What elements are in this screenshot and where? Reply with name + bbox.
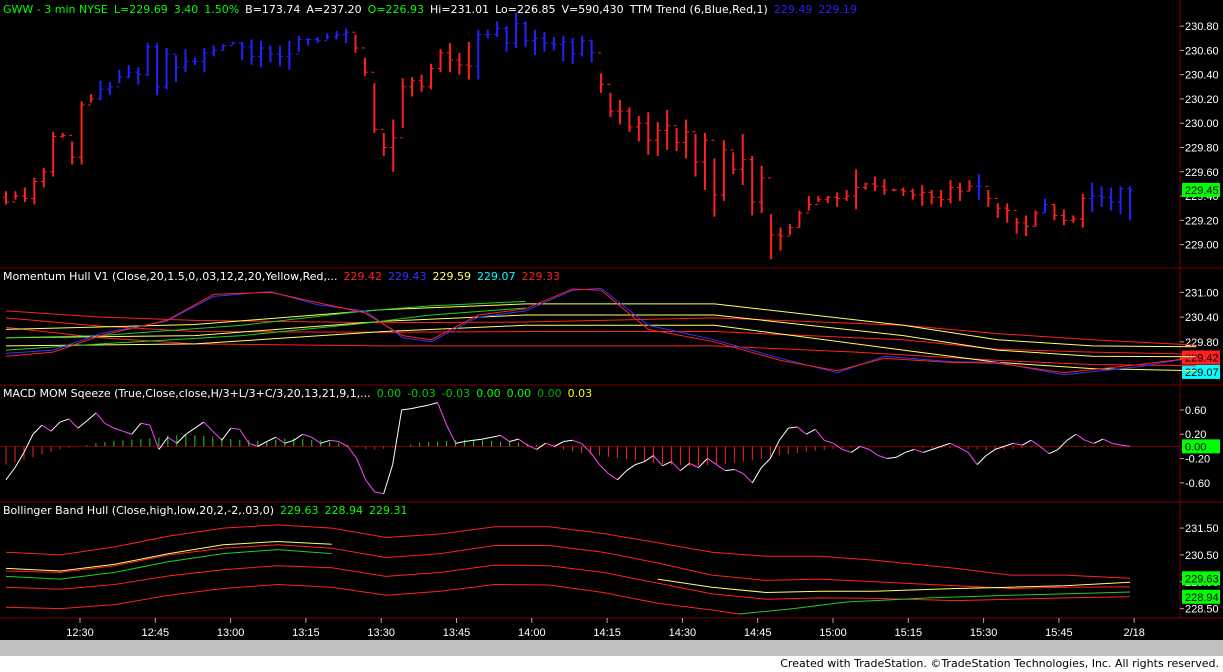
bollinger-header-item: Bollinger Band Hull (Close,high,low,20,2…: [3, 504, 275, 517]
y-tick-label: -0.60: [1185, 478, 1210, 490]
price-header-item: 3.40: [173, 3, 199, 16]
last-value-label: 229.63: [1185, 573, 1219, 585]
y-tick-label: 229.60: [1185, 167, 1219, 179]
y-tick-label: 229.00: [1185, 240, 1219, 252]
y-tick-label: 230.20: [1185, 94, 1219, 106]
chart-canvas: 229.00229.20229.40229.60229.80230.00230.…: [0, 0, 1223, 640]
momentum-panel-header: Momentum Hull V1 (Close,20,1.5,0,.03,12,…: [3, 270, 566, 283]
price-header-item: V=590,430: [561, 3, 624, 16]
bollinger-panel-header: Bollinger Band Hull (Close,high,low,20,2…: [3, 504, 414, 517]
y-tick-label: 0.60: [1185, 405, 1206, 417]
footer-bar: Created with TradeStation. ©TradeStation…: [0, 656, 1223, 672]
x-tick-label: 14:45: [744, 627, 772, 639]
x-tick-label: 15:00: [819, 627, 847, 639]
x-tick-label: 14:30: [669, 627, 697, 639]
price-header-item: L=229.69: [113, 3, 168, 16]
bollinger-header-item: 228.94: [324, 504, 364, 517]
scroll-strip[interactable]: [0, 640, 1223, 656]
macd-panel-header: MACD MOM Sqeeze (True,Close,close,H/3+L/…: [3, 387, 598, 400]
macd-header-item: -0.03: [441, 387, 471, 400]
price-header-item: Lo=226.85: [495, 3, 556, 16]
bollinger-header-item: 229.63: [280, 504, 319, 517]
momentum-header-item: 229.33: [521, 270, 561, 283]
y-tick-label: 230.40: [1185, 70, 1219, 82]
y-tick-label: 230.50: [1185, 550, 1219, 562]
y-tick-label: 230.60: [1185, 45, 1219, 57]
momentum-header-item: 229.07: [477, 270, 516, 283]
x-tick-label: 13:45: [443, 627, 471, 639]
x-tick-label: 15:30: [970, 627, 998, 639]
bollinger-header-item: 229.31: [369, 504, 408, 517]
y-tick-label: -0.20: [1185, 454, 1210, 466]
y-tick-label: 231.50: [1185, 523, 1219, 535]
price-header-item: Hi=231.01: [430, 3, 490, 16]
price-header-item: TTM Trend (6,Blue,Red,1): [629, 3, 768, 16]
price-header-item: 1.50%: [204, 3, 240, 16]
y-tick-label: 231.00: [1185, 287, 1219, 299]
footer-credit: Created with TradeStation. ©TradeStation…: [780, 657, 1219, 670]
y-tick-label: 230.40: [1185, 312, 1219, 324]
y-tick-label: 230.00: [1185, 118, 1219, 130]
macd-header-item: 0.00: [537, 387, 562, 400]
momentum-header-item: 229.43: [388, 270, 427, 283]
macd-header-item: 0.00: [376, 387, 402, 400]
price-header-item: 229.19: [818, 3, 857, 16]
price-panel-header: GWW - 3 min NYSE L=229.69 3.40 1.50% B=173.7…: [3, 3, 863, 16]
x-tick-label: 14:15: [593, 627, 621, 639]
x-tick-label: 13:00: [217, 627, 245, 639]
x-tick-label: 12:30: [66, 627, 94, 639]
macd-header-item: 0.03: [567, 387, 593, 400]
x-tick-label: 2/18: [1123, 627, 1144, 639]
x-tick-label: 15:45: [1045, 627, 1073, 639]
momentum-header-item: 229.59: [432, 270, 472, 283]
price-header-item: GWW - 3 min NYSE: [3, 3, 108, 16]
price-header-item: A=237.20: [306, 3, 362, 16]
last-value-label: 0.00: [1185, 441, 1206, 453]
y-tick-label: 229.20: [1185, 215, 1219, 227]
x-tick-label: 15:15: [895, 627, 923, 639]
y-tick-label: 229.80: [1185, 142, 1219, 154]
x-tick-label: 12:45: [142, 627, 170, 639]
x-tick-label: 13:30: [367, 627, 395, 639]
macd-header-item: -0.03: [407, 387, 436, 400]
x-tick-label: 14:00: [518, 627, 546, 639]
macd-header-item: 0.00: [506, 387, 532, 400]
price-header-item: O=226.93: [367, 3, 425, 16]
last-value-label: 229.07: [1185, 367, 1219, 379]
last-value-label: 228.94: [1185, 592, 1219, 604]
last-value-label: 229.45: [1185, 185, 1219, 197]
x-tick-label: 13:15: [292, 627, 320, 639]
price-header-item: 229.49: [773, 3, 813, 16]
macd-header-item: MACD MOM Sqeeze (True,Close,close,H/3+L/…: [3, 387, 371, 400]
y-tick-label: 228.50: [1185, 604, 1219, 616]
y-tick-label: 230.80: [1185, 21, 1219, 33]
price-header-item: B=173.74: [245, 3, 301, 16]
macd-header-item: 0.00: [476, 387, 501, 400]
momentum-header-item: Momentum Hull V1 (Close,20,1.5,0,.03,12,…: [3, 270, 338, 283]
momentum-header-item: 229.42: [343, 270, 383, 283]
